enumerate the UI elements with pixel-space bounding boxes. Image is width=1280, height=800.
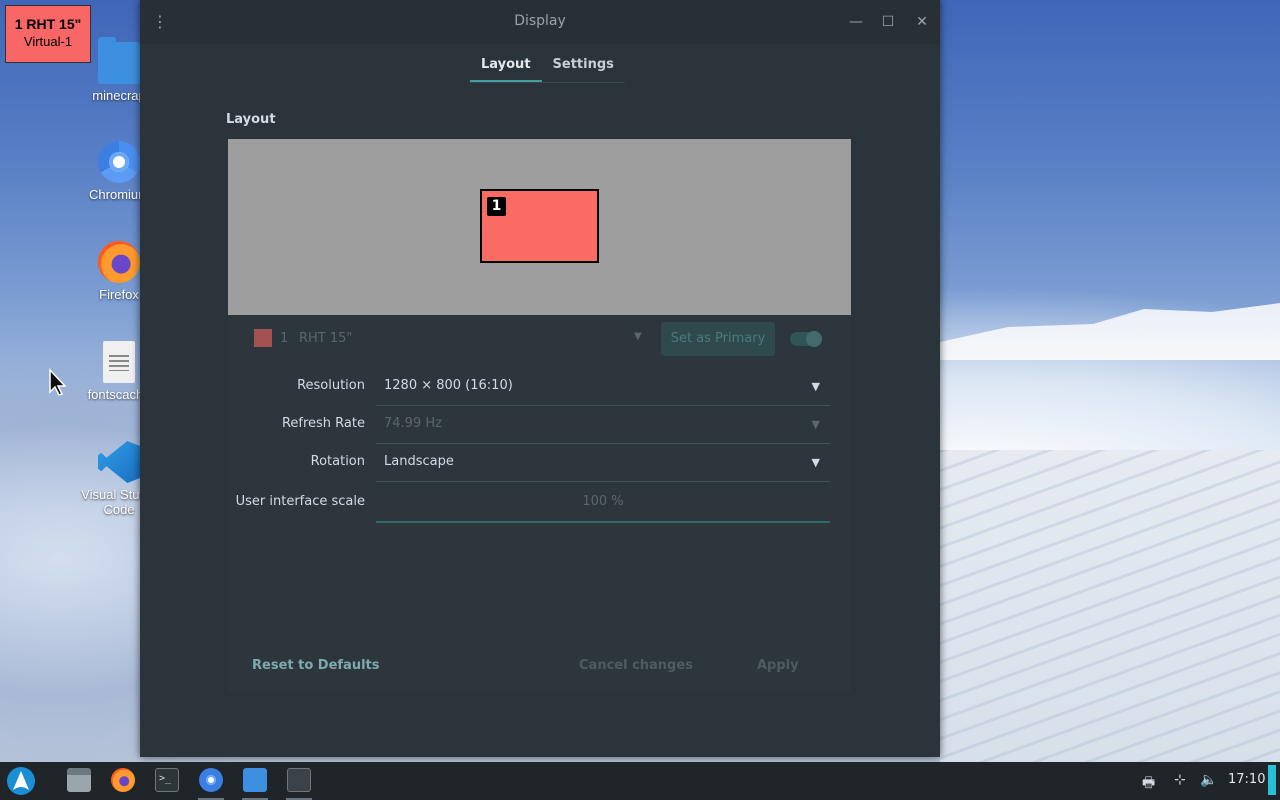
cancel-changes-button[interactable]: Cancel changes [579, 658, 693, 673]
monitor-tag-name: 1 RHT 15" [14, 16, 82, 32]
resolution-value: 1280 × 800 (16:10) [384, 378, 513, 393]
volume-icon[interactable]: 🔈 [1200, 772, 1217, 788]
ui-scale-row: User interface scale 100 % [228, 484, 851, 523]
refresh-rate-value: 74.99 Hz [384, 416, 442, 431]
layout-section-heading: Layout [226, 112, 276, 127]
show-desktop-button[interactable] [1268, 765, 1276, 795]
rotation-label: Rotation [310, 454, 365, 469]
monitor-tag-output: Virtual-1 [23, 34, 73, 49]
monitor-number-badge: 1 [487, 197, 506, 216]
set-as-primary-button[interactable]: Set as Primary [661, 322, 775, 356]
ui-scale-value: 100 % [582, 494, 624, 509]
network-icon[interactable]: ⊹ [1174, 772, 1186, 788]
rotation-dropdown[interactable]: Landscape ▼ [376, 444, 830, 482]
display-settings-panel: 1 RHT 15" ▼ Set as Primary Resolution 12… [228, 315, 851, 692]
tab-layout[interactable]: Layout [470, 56, 542, 82]
chromium-icon [199, 768, 223, 792]
vscode-icon [98, 441, 140, 483]
clock[interactable]: 17:10 [1228, 772, 1265, 787]
refresh-rate-row: Refresh Rate 74.99 Hz ▼ [228, 406, 851, 444]
close-icon[interactable]: ✕ [912, 12, 932, 32]
mouse-pointer-icon [49, 368, 67, 396]
resolution-row: Resolution 1280 × 800 (16:10) ▼ [228, 368, 851, 406]
firefox-icon [98, 241, 140, 283]
chevron-down-icon: ▼ [811, 456, 820, 469]
chevron-down-icon: ▼ [811, 418, 820, 431]
taskbar-app-terminal[interactable]: >_ [150, 765, 184, 797]
resolution-label: Resolution [297, 378, 365, 393]
rotation-value: Landscape [384, 454, 454, 469]
firefox-icon [111, 768, 135, 792]
taskbar-app-firefox[interactable] [106, 765, 140, 797]
taskbar: >_ 🖶 ⊹ 🔈 17:10 [0, 762, 1280, 800]
monitor-color-swatch [254, 329, 272, 347]
window-title: Display [514, 13, 566, 29]
ui-scale-spinner[interactable]: 100 % [376, 484, 830, 523]
display-icon [287, 768, 311, 792]
archive-icon [67, 768, 91, 792]
chevron-down-icon: ▼ [811, 380, 820, 393]
tab-settings[interactable]: Settings [542, 56, 625, 80]
wallpaper-snow-tracks [940, 450, 1280, 762]
taskbar-app-archive-manager[interactable] [62, 765, 96, 797]
monitor-identify-tag: 1 RHT 15" Virtual-1 [5, 5, 91, 63]
app-menu-button[interactable] [4, 765, 38, 797]
monitor-arrangement-canvas[interactable]: 1 [228, 139, 851, 315]
minimize-icon[interactable]: — [846, 12, 866, 32]
wallpaper-snow-ridge [940, 303, 1280, 360]
monitor-name: RHT 15" [299, 331, 353, 346]
text-file-icon [103, 341, 135, 383]
tab-bar: Layout Settings [470, 56, 625, 83]
folder-icon [243, 768, 267, 792]
folder-icon [98, 37, 140, 84]
chevron-down-icon[interactable]: ▼ [634, 331, 642, 342]
rotation-row: Rotation Landscape ▼ [228, 444, 851, 482]
apply-button[interactable]: Apply [757, 658, 799, 673]
monitor-preview-box[interactable]: 1 [480, 189, 599, 263]
arch-logo-icon [7, 767, 35, 795]
monitor-id: 1 [280, 331, 289, 346]
taskbar-app-chromium[interactable] [194, 765, 228, 800]
printer-icon[interactable]: 🖶 [1142, 772, 1155, 796]
resolution-dropdown[interactable]: 1280 × 800 (16:10) ▼ [376, 368, 830, 406]
maximize-icon[interactable]: ☐ [878, 12, 898, 32]
reset-to-defaults-button[interactable]: Reset to Defaults [252, 658, 380, 673]
display-settings-window: ⋮ Display — ☐ ✕ Layout Settings Layout 1… [140, 0, 940, 757]
chromium-icon [98, 141, 140, 183]
window-titlebar[interactable]: ⋮ Display — ☐ ✕ [140, 0, 940, 44]
terminal-icon: >_ [155, 768, 179, 792]
ui-scale-label: User interface scale [235, 494, 365, 509]
taskbar-app-files[interactable] [238, 765, 272, 800]
monitor-selector-row: 1 RHT 15" ▼ Set as Primary [228, 315, 851, 365]
monitor-enable-toggle[interactable] [790, 331, 822, 347]
refresh-rate-dropdown[interactable]: 74.99 Hz ▼ [376, 406, 830, 444]
taskbar-app-display[interactable] [282, 765, 316, 800]
refresh-rate-label: Refresh Rate [281, 416, 365, 431]
